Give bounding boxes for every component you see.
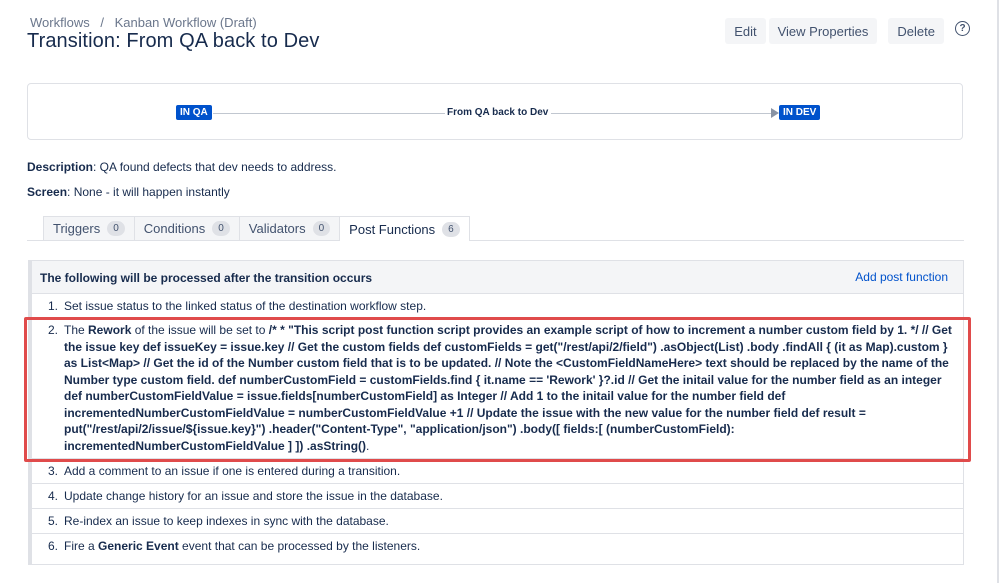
item-number: 2. <box>48 323 59 337</box>
tab-validators[interactable]: Validators 0 <box>238 216 341 240</box>
screen-label: Screen <box>27 185 68 199</box>
tab-triggers[interactable]: Triggers 0 <box>43 216 135 240</box>
post-function-list: 1. Set issue status to the linked status… <box>32 294 963 559</box>
post-functions-panel: The following will be processed after th… <box>28 260 964 565</box>
flow-line-right <box>551 113 773 114</box>
description-label: Description <box>27 160 94 174</box>
event-name: Generic Event <box>98 539 179 553</box>
header-actions: Edit View Properties Delete ? <box>722 18 970 44</box>
count-badge: 0 <box>212 221 230 236</box>
tab-label: Triggers <box>53 221 101 236</box>
transition-name-label: From QA back to Dev <box>447 107 549 118</box>
item-number: 3. <box>48 464 59 478</box>
tab-label: Conditions <box>143 221 206 236</box>
item-text: Update change history for an issue and s… <box>64 489 443 503</box>
transition-diagram: IN QA From QA back to Dev IN DEV <box>27 83 963 140</box>
item-number: 4. <box>48 489 59 503</box>
delete-button[interactable]: Delete <box>888 18 944 44</box>
item-text: Re-index an issue to keep indexes in syn… <box>64 514 389 528</box>
field-name: Rework <box>88 323 132 337</box>
count-badge: 0 <box>312 221 331 236</box>
flow-line-left <box>213 113 445 114</box>
screen-text: : None - it will happen instantly <box>67 185 230 199</box>
edit-button[interactable]: Edit <box>725 18 766 44</box>
count-badge: 0 <box>107 221 125 236</box>
breadcrumb-separator: / <box>100 15 104 30</box>
script-text: /* * "This script post function script p… <box>64 323 952 453</box>
description-text: : QA found defects that dev needs to add… <box>93 160 337 174</box>
arrow-right-icon <box>771 108 779 118</box>
tab-post-functions[interactable]: Post Functions 6 <box>339 216 470 241</box>
item-number: 6. <box>48 539 59 553</box>
item-text: Add a comment to an issue if one is ente… <box>64 464 401 478</box>
tab-label: Post Functions <box>349 221 436 237</box>
item-suffix: . <box>366 438 370 453</box>
list-item: 3. Add a comment to an issue if one is e… <box>32 459 963 484</box>
list-item: 4. Update change history for an issue an… <box>32 484 963 509</box>
item-prefix: Fire a <box>64 539 99 553</box>
item-middle: of the issue will be set to <box>131 323 269 337</box>
list-item: 1. Set issue status to the linked status… <box>32 294 963 319</box>
list-item: 5. Re-index an issue to keep indexes in … <box>32 509 963 534</box>
from-status-lozenge: IN QA <box>176 105 212 120</box>
view-properties-button[interactable]: View Properties <box>768 18 878 44</box>
to-status-lozenge: IN DEV <box>779 105 821 120</box>
item-text: Set issue status to the linked status of… <box>64 299 427 313</box>
breadcrumb-workflow-link[interactable]: Kanban Workflow (Draft) <box>115 15 257 30</box>
screen-row: Screen: None - it will happen instantly <box>27 185 230 199</box>
panel-header: The following will be processed after th… <box>32 261 963 294</box>
breadcrumb: Workflows / Kanban Workflow (Draft) <box>30 15 257 30</box>
breadcrumb-workflows-link[interactable]: Workflows <box>30 15 90 30</box>
list-item: 6. Fire a Generic Event event that can b… <box>32 534 963 559</box>
help-icon[interactable]: ? <box>955 20 970 36</box>
page-title: Transition: From QA back to Dev <box>27 30 320 52</box>
item-number: 5. <box>48 514 59 528</box>
item-prefix: The <box>64 323 89 337</box>
tabs-bar: Triggers 0 Conditions 0 Validators 0 Pos… <box>43 216 470 241</box>
count-badge: 6 <box>442 221 460 237</box>
add-post-function-link[interactable]: Add post function <box>855 270 948 284</box>
tab-conditions[interactable]: Conditions 0 <box>133 216 240 240</box>
tab-label: Validators <box>248 221 306 236</box>
item-number: 1. <box>48 299 59 313</box>
panel-title: The following will be processed after th… <box>40 271 373 285</box>
item-suffix: event that can be processed by the liste… <box>178 539 421 553</box>
list-item: 2. The Rework of the issue will be set t… <box>32 319 963 459</box>
description-row: Description: QA found defects that dev n… <box>27 160 337 174</box>
